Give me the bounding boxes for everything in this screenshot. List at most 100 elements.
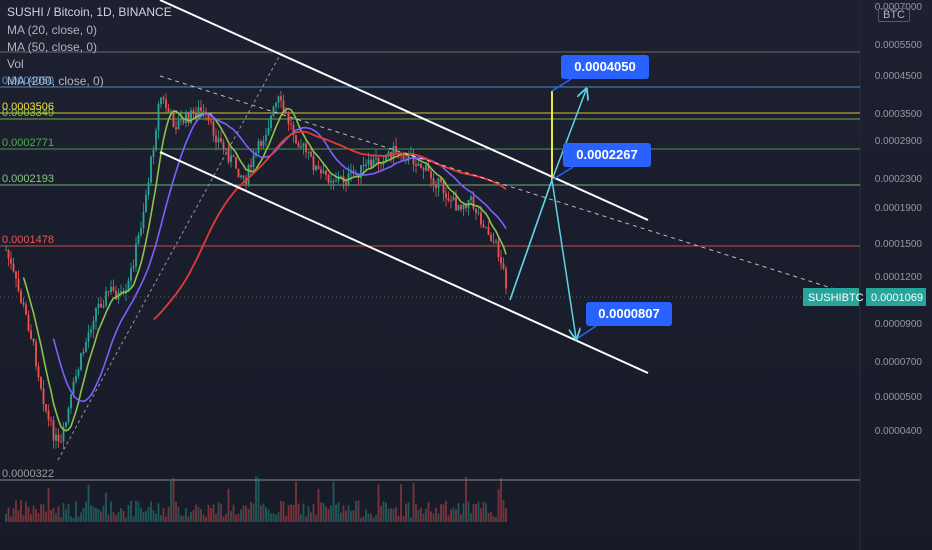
- volume-bar: [50, 510, 52, 522]
- volume-bar: [92, 506, 95, 522]
- volume-bar: [102, 505, 105, 522]
- volume-bar: [340, 512, 342, 522]
- candle-body: [262, 140, 265, 146]
- volume-bar: [117, 512, 120, 522]
- candle-body: [365, 164, 367, 166]
- candle-body: [282, 100, 285, 112]
- indicator-ma20-label[interactable]: MA (20, close, 0): [7, 23, 97, 37]
- volume-bar: [12, 507, 15, 522]
- volume-bar: [260, 505, 262, 522]
- candle-body: [17, 278, 20, 291]
- candle-body: [57, 434, 60, 442]
- candle-body: [130, 268, 132, 281]
- candle-body: [477, 212, 480, 214]
- candle-body: [422, 168, 425, 171]
- candle-body: [432, 178, 435, 185]
- candle-body: [145, 194, 147, 212]
- volume-bar: [415, 504, 417, 522]
- volume-bar: [40, 504, 42, 522]
- volume-bar: [20, 500, 22, 522]
- candle-body: [327, 175, 330, 183]
- fib-level-label: 0.0002771: [2, 137, 54, 149]
- volume-bar: [357, 500, 360, 522]
- indicator-volume-label[interactable]: Vol: [7, 57, 24, 71]
- candle-body: [30, 330, 32, 339]
- candle-body: [80, 353, 82, 370]
- candle-body: [475, 208, 477, 214]
- candle-body: [77, 369, 80, 376]
- volume-bar: [332, 481, 335, 522]
- candle-body: [217, 138, 220, 143]
- candle-body: [177, 120, 180, 130]
- volume-bar: [187, 516, 190, 522]
- indicator-ma50-label[interactable]: MA (50, close, 0): [7, 40, 97, 54]
- volume-bar: [70, 516, 72, 522]
- candle-body: [295, 135, 297, 144]
- volume-bar: [62, 502, 65, 522]
- volume-bar: [397, 515, 400, 522]
- candle-body: [225, 148, 227, 150]
- y-axis-tick-label: 0.0000900: [875, 319, 923, 330]
- volume-bar: [432, 513, 435, 522]
- candle-body: [150, 156, 152, 183]
- volume-bar: [465, 476, 467, 522]
- volume-bar: [65, 509, 67, 522]
- candle-body: [332, 180, 335, 182]
- volume-bar: [85, 501, 87, 522]
- volume-bar: [82, 508, 85, 522]
- price-callout-label: 0.0002267: [576, 147, 637, 162]
- candle-body: [317, 165, 320, 170]
- candle-body: [55, 434, 57, 441]
- volume-bar: [22, 515, 25, 522]
- candle-body: [325, 170, 327, 176]
- volume-bar: [42, 504, 45, 522]
- volume-bar: [75, 501, 77, 522]
- currency-label[interactable]: BTC: [878, 8, 910, 22]
- y-axis-tick-label: 0.0001900: [875, 203, 923, 214]
- volume-bar: [267, 509, 270, 522]
- indicator-ma200-label[interactable]: MA (200, close, 0): [7, 74, 104, 88]
- volume-bar: [132, 516, 135, 522]
- candle-body: [345, 182, 347, 185]
- volume-bar: [460, 514, 462, 522]
- volume-bar: [335, 504, 337, 522]
- candle-body: [70, 393, 72, 409]
- candle-body: [322, 170, 325, 174]
- candle-body: [202, 111, 205, 113]
- volume-bar: [15, 500, 17, 522]
- candle-body: [20, 290, 22, 303]
- volume-bar: [462, 503, 465, 522]
- volume-bar: [237, 513, 240, 522]
- price-chart[interactable]: 0.00070000.00055000.00045000.00035000.00…: [0, 0, 932, 550]
- volume-bar: [235, 514, 237, 522]
- volume-bar: [270, 513, 272, 522]
- volume-bar: [80, 512, 82, 522]
- callout-pointer: [577, 325, 597, 339]
- volume-bar: [97, 508, 100, 522]
- volume-bar: [27, 507, 30, 522]
- candle-body: [92, 321, 95, 330]
- candle-body: [172, 111, 175, 128]
- candle-body: [300, 146, 302, 148]
- y-axis-tick-label: 0.0000400: [875, 426, 923, 437]
- volume-bar: [352, 509, 355, 522]
- volume-bar: [192, 509, 195, 522]
- volume-bar: [155, 513, 157, 522]
- candle-body: [320, 169, 322, 174]
- volume-group: [5, 476, 507, 522]
- volume-bar: [215, 513, 217, 522]
- candle-body: [110, 286, 112, 293]
- candle-body: [175, 127, 177, 130]
- volume-bar: [300, 514, 302, 522]
- chart-area[interactable]: 0.0007000 0.0005500 0.0004500 0.0003500 0.00…: [0, 0, 932, 550]
- volume-bar: [150, 501, 152, 522]
- candle-body: [495, 240, 497, 242]
- volume-bar: [327, 508, 330, 522]
- candle-body: [210, 120, 212, 122]
- candle-body: [72, 381, 75, 394]
- candle-body: [147, 182, 150, 195]
- candle-body: [85, 341, 87, 352]
- volume-bar: [265, 507, 267, 522]
- volume-bar: [122, 510, 125, 522]
- volume-bar: [305, 516, 307, 522]
